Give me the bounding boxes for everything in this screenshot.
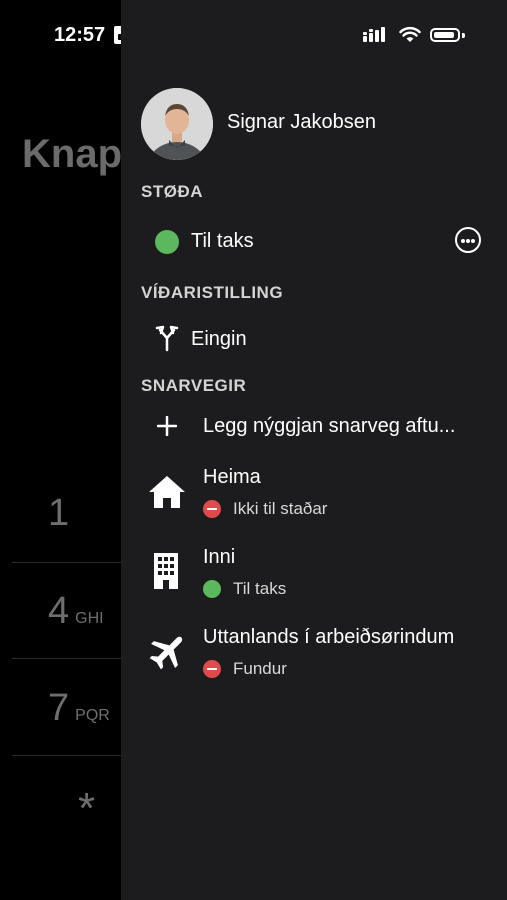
add-shortcut-button[interactable]: Legg nýggjan snarveg aftu... <box>141 412 501 442</box>
shortcut-title: Heima <box>203 466 261 488</box>
shortcuts-section-label: SNARVEGIR <box>141 376 247 395</box>
shortcut-item-home[interactable]: Heima Ikki til staðar <box>141 466 501 526</box>
shortcut-item-office[interactable]: Inni Til taks <box>141 546 501 606</box>
divider <box>12 658 121 659</box>
user-name: Signar Jakobsen <box>227 111 376 133</box>
unavailable-status-icon <box>203 660 221 678</box>
presence-status-row[interactable]: Til taks <box>141 224 491 260</box>
airplane-icon <box>149 636 183 670</box>
status-time: 12:57 <box>54 24 106 46</box>
key-star[interactable]: * <box>78 784 95 834</box>
page-title: Knap <box>22 132 121 176</box>
unavailable-status-icon <box>203 500 221 518</box>
call-forward-row[interactable]: Eingin <box>141 320 491 356</box>
shortcut-title: Inni <box>203 546 236 568</box>
divider <box>12 562 121 563</box>
battery-icon <box>430 28 460 42</box>
more-options-icon[interactable] <box>455 227 481 253</box>
key-digit: 4 <box>48 590 70 632</box>
shortcut-status-label: Ikki til staðar <box>233 499 328 518</box>
divider <box>12 755 121 756</box>
key-letters: PQR <box>75 707 110 724</box>
add-shortcut-label: Legg nýggjan snarveg aftu... <box>203 415 456 437</box>
plus-icon <box>157 416 177 436</box>
call-forward-icon <box>155 325 179 352</box>
key-4[interactable]: 4 GHI <box>48 590 104 633</box>
status-section-label: STØÐA <box>141 182 203 201</box>
forward-section-label: VÍÐARISTILLING <box>141 283 284 302</box>
available-status-icon <box>155 230 179 254</box>
available-status-icon <box>203 580 221 598</box>
shortcut-item-abroad[interactable]: Uttanlands í arbeiðsørindum Fundur <box>141 626 501 686</box>
key-digit: 7 <box>48 687 70 729</box>
building-icon <box>154 553 178 589</box>
presence-status-label: Til taks <box>191 230 254 252</box>
wifi-icon <box>399 26 421 42</box>
background-keypad-screen[interactable]: Knap 1 4 GHI 7 PQR * <box>0 0 121 900</box>
avatar[interactable] <box>141 88 213 160</box>
key-letters: GHI <box>75 610 104 627</box>
call-forward-label: Eingin <box>191 328 247 350</box>
key-digit: * <box>78 784 96 833</box>
key-1[interactable]: 1 <box>48 492 69 535</box>
key-digit: 1 <box>48 492 70 534</box>
shortcut-status-label: Fundur <box>233 659 287 678</box>
shortcut-title: Uttanlands í arbeiðsørindum <box>203 626 455 648</box>
side-drawer: Signar Jakobsen STØÐA Til taks VÍÐARISTI… <box>121 0 507 900</box>
home-icon <box>149 476 185 508</box>
cellular-signal-icon <box>363 27 385 42</box>
key-7[interactable]: 7 PQR <box>48 687 110 730</box>
shortcut-status-label: Til taks <box>233 579 287 598</box>
